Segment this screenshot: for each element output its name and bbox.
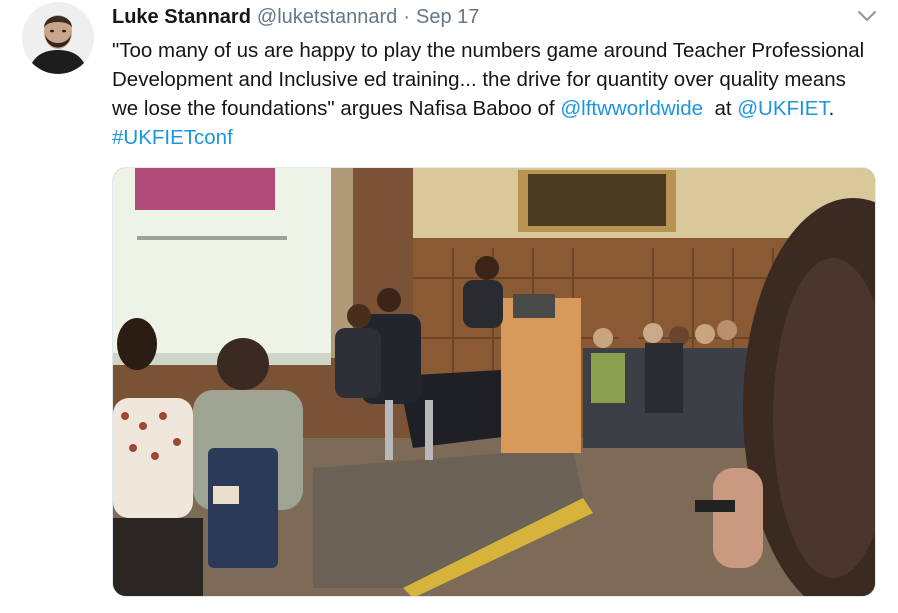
author-name[interactable]: Luke Stannard (112, 6, 251, 29)
conference-hall-photo (113, 168, 875, 596)
hashtag-ukfietconf[interactable]: #UKFIETconf (112, 126, 233, 149)
mention-lftwworldwide[interactable]: @lftwworldwide (560, 97, 703, 120)
avatar[interactable] (22, 2, 94, 74)
chevron-down-icon[interactable] (856, 8, 878, 24)
tweet-header: Luke Stannard @luketstannard · Sep 17 (112, 6, 479, 30)
mention-ukfiet[interactable]: @UKFIET (737, 97, 828, 120)
tweet-text-part: . (828, 97, 835, 120)
tweet-text-part: at (703, 97, 738, 120)
tweet-date[interactable]: Sep 17 (416, 6, 479, 29)
tweet-text: "Too many of us are happy to play the nu… (112, 36, 872, 152)
tweet-photo[interactable] (112, 167, 876, 597)
separator-dot: · (403, 6, 410, 28)
author-handle[interactable]: @luketstannard (257, 6, 397, 29)
avatar-photo (22, 2, 94, 74)
